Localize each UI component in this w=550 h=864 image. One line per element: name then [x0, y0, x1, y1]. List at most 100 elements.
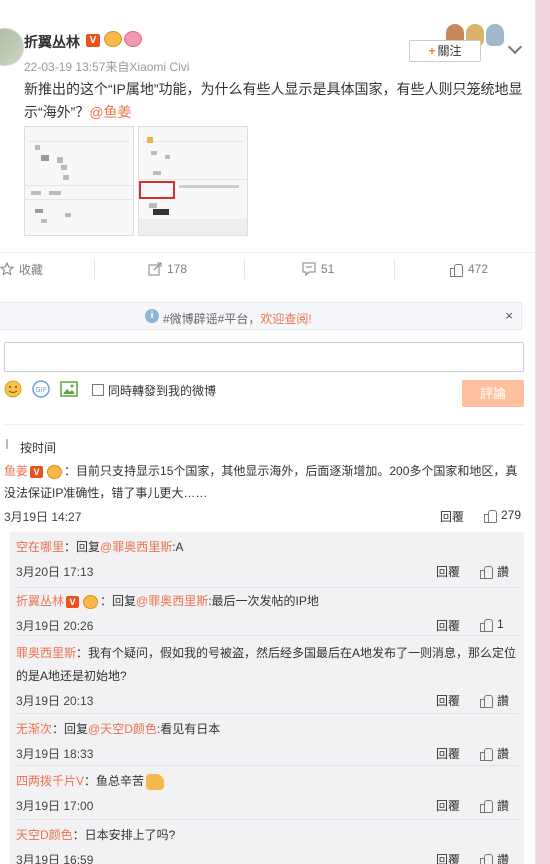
post-action-bar: 收藏 178 51 472 [0, 252, 535, 282]
repost-checkbox[interactable] [92, 384, 104, 396]
reply-like-button[interactable]: 讚 [480, 563, 509, 580]
submit-comment-button[interactable]: 評論 [462, 380, 524, 407]
list-item: 罪奥西里斯：我有个疑问，假如我的号被盗，然后经多国最后在A地发布了一则消息，那么… [16, 642, 518, 714]
svg-text:GIF: GIF [35, 386, 47, 394]
compose-toolbar: GIF 同時轉發到我的微博 評論 [4, 380, 524, 407]
follow-label: 關注 [437, 44, 462, 58]
rumor-notice-bar: i #微博辟谣#平台，欢迎查阅! × [0, 302, 522, 330]
verified-badge: V [86, 34, 100, 47]
post-meta: 22-03-19 13:57来自Xiaomi Civi [24, 60, 190, 74]
fan-badge-icon [83, 594, 99, 609]
reply-like-button[interactable]: 讚 [480, 692, 509, 709]
sort-by-time-tab[interactable]: 按时间 [20, 439, 56, 456]
comment-text: 鱼姜 V ：目前只支持显示15个国家，其他显示海外，后面逐渐增加。200多个国家和地… [4, 460, 519, 504]
reply-like-label: 1 [497, 617, 504, 631]
reply-author[interactable]: 天空D颜色 [16, 828, 73, 842]
reply-button[interactable]: 回覆 [436, 563, 460, 580]
list-item: 空在哪里：回复@罪奥西里斯:A 3月20日 17:13 回覆 讚 [16, 536, 518, 588]
comment-time: 3月19日 14:27 [4, 510, 82, 524]
thumbs-up-icon [480, 747, 493, 761]
member-badge-icon [124, 31, 142, 47]
plus-icon: + [428, 44, 436, 58]
reply-like-label: 讚 [497, 565, 510, 579]
verified-badge: V [30, 465, 44, 478]
subcomment-list: 空在哪里：回复@罪奥西里斯:A 3月20日 17:13 回覆讚 折翼丛林 V ：回复@… [10, 532, 524, 864]
fan-badge-icon [104, 31, 122, 47]
reply-like-label: 讚 [497, 853, 510, 864]
favorite-button[interactable]: 收藏 [0, 259, 43, 279]
list-item: 无渐次：回复@天空D颜色:看见有日本 3月19日 18:33 回覆 讚 [16, 718, 518, 766]
page-scrollbar[interactable] [536, 0, 550, 864]
reply-author[interactable]: 无渐次 [16, 722, 52, 736]
verified-badge: V [66, 595, 80, 608]
reply-button[interactable]: 回覆 [440, 508, 464, 525]
reply-like-button[interactable]: 讚 [480, 851, 509, 864]
rumor-text: #微博辟谣#平台， [163, 312, 261, 326]
post-image-2[interactable] [138, 126, 248, 236]
thumbs-up-icon [480, 799, 493, 813]
comment-like-button[interactable]: 279 [484, 508, 521, 523]
post-author-name[interactable]: 折翼丛林 [24, 32, 80, 52]
reply-body: :最后一次发帖的IP地 [208, 594, 319, 608]
reply-author[interactable]: 空在哪里 [16, 540, 64, 554]
emoji-icon[interactable] [4, 380, 22, 398]
thumbs-up-icon [484, 509, 497, 523]
rumor-link[interactable]: 欢迎查阅! [260, 312, 311, 326]
list-item: 四两拨千片V：鱼总辛苦 3月19日 17:00 回覆 讚 [16, 770, 518, 820]
reply-time: 3月19日 16:59 [16, 853, 94, 864]
reply-author[interactable]: 罪奥西里斯 [16, 646, 76, 660]
reply-button[interactable]: 回覆 [436, 797, 460, 814]
reply-like-button[interactable]: 讚 [480, 797, 509, 814]
thumbs-up-icon [480, 853, 493, 864]
reply-like-button[interactable]: 1 [480, 617, 504, 632]
comment-author[interactable]: 鱼姜 [4, 464, 28, 478]
comment-body: ：目前只支持显示15个国家，其他显示海外，后面逐渐增加。200多个国家和地区，真… [4, 464, 518, 500]
repost-icon [148, 262, 162, 276]
highlight-box [139, 181, 175, 199]
reply-time: 3月20日 17:13 [16, 565, 94, 579]
post-mention-link[interactable]: @鱼姜 [89, 104, 131, 120]
gif-icon[interactable]: GIF [32, 380, 50, 398]
avatar[interactable] [0, 28, 24, 66]
reply-target-mention[interactable]: @天空D颜色 [88, 722, 157, 736]
comment-input[interactable] [4, 342, 524, 372]
repost-button[interactable]: 178 [148, 259, 187, 279]
close-icon[interactable]: × [505, 308, 513, 323]
reply-button[interactable]: 回覆 [436, 692, 460, 709]
thumbs-up-emoji-icon [146, 773, 165, 790]
reply-button[interactable]: 回覆 [436, 745, 460, 762]
favorite-label: 收藏 [19, 262, 44, 277]
reply-body: ：我有个疑问，假如我的号被盗，然后经多国最后在A地发布了一则消息，那么定位的是A… [16, 646, 517, 683]
reply-target-mention[interactable]: @罪奥西里斯 [100, 540, 172, 554]
post-image-1[interactable] [24, 126, 134, 236]
reply-time: 3月19日 20:26 [16, 619, 94, 633]
reply-prefix: ：回复 [100, 594, 137, 608]
comment-icon [302, 262, 316, 277]
reply-author[interactable]: 四两拨千片V [16, 774, 84, 788]
reply-time: 3月19日 17:00 [16, 799, 94, 813]
post-text: 新推出的这个“IP属地”功能，为什么有些人显示是具体国家，有些人则只笼统地显示“… [24, 78, 524, 124]
reply-body: :A [172, 540, 184, 554]
repost-checkbox-label: 同時轉發到我的微博 [108, 384, 217, 398]
reply-body: :看见有日本 [156, 722, 221, 736]
list-item: 折翼丛林 V ：回复@罪奥西里斯:最后一次发帖的IP地 3月19日 20:26 回覆 1 [16, 590, 518, 636]
reply-prefix: ：回复 [52, 722, 89, 736]
comment-button[interactable]: 51 [302, 259, 334, 279]
reply-body: ：日本安排上了吗? [72, 828, 176, 842]
reply-button[interactable]: 回覆 [436, 851, 460, 864]
like-count: 472 [468, 262, 489, 276]
like-button[interactable]: 472 [450, 259, 488, 279]
repost-count: 178 [167, 262, 188, 276]
comment-count: 51 [321, 262, 335, 276]
reply-like-label: 讚 [497, 694, 510, 708]
list-item: 天空D颜色：日本安排上了吗? 3月19日 16:59 回覆 讚 [16, 824, 518, 864]
reply-target-mention[interactable]: @罪奥西里斯 [136, 594, 208, 608]
comment-footer: 3月19日 14:27 回覆 279 [4, 504, 524, 528]
image-icon[interactable] [60, 380, 78, 398]
reply-button[interactable]: 回覆 [436, 617, 460, 634]
follow-button[interactable]: + 關注 [409, 40, 481, 62]
reply-like-button[interactable]: 讚 [480, 745, 509, 762]
reply-author[interactable]: 折翼丛林 [16, 594, 64, 608]
reply-like-label: 讚 [497, 747, 510, 761]
comment-sort: 按时间 [4, 424, 524, 455]
